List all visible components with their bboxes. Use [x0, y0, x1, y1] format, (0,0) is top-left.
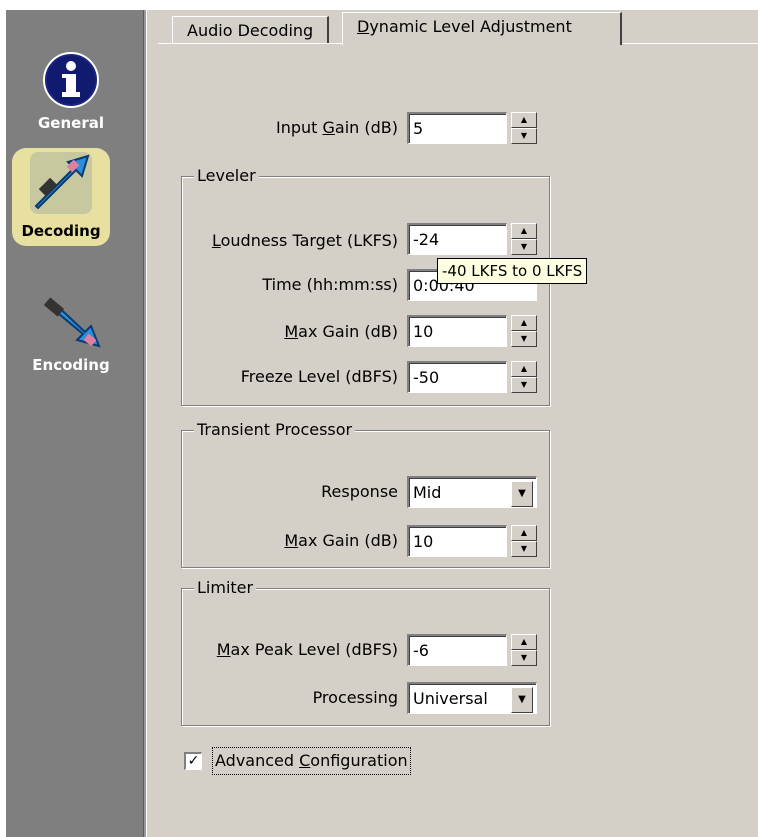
- leveler-max-gain-field[interactable]: 10: [407, 315, 507, 347]
- limiter-group-title: Limiter: [194, 578, 257, 598]
- response-select[interactable]: Mid ▼: [407, 476, 537, 508]
- response-label: Response: [321, 482, 398, 501]
- sidebar-item-label: Decoding: [21, 222, 101, 240]
- sidebar: General Decoding Encoding: [6, 10, 146, 837]
- sidebar-item-label: Encoding: [32, 356, 110, 374]
- input-gain-field[interactable]: 5: [407, 112, 507, 144]
- input-gain-label: Input Gain (dB): [275, 118, 398, 137]
- sidebar-item-decoding[interactable]: Decoding: [12, 148, 110, 246]
- loudness-range-tooltip: -40 LKFS to 0 LKFS: [437, 258, 588, 284]
- chevron-down-icon[interactable]: ▼: [511, 687, 533, 713]
- spin-down-icon[interactable]: ▼: [511, 650, 537, 666]
- checkmark-icon: ✓: [187, 753, 200, 769]
- spin-down-icon[interactable]: ▼: [511, 239, 537, 255]
- spin-down-icon[interactable]: ▼: [511, 377, 537, 393]
- max-peak-level-spinner[interactable]: ▲ ▼: [511, 634, 537, 666]
- spin-down-icon[interactable]: ▼: [511, 331, 537, 347]
- freeze-level-spinner[interactable]: ▲ ▼: [511, 361, 537, 393]
- max-peak-level-field[interactable]: -6: [407, 634, 507, 666]
- spin-down-icon[interactable]: ▼: [511, 541, 537, 557]
- spin-up-icon[interactable]: ▲: [511, 112, 537, 128]
- loudness-target-spinner[interactable]: ▲ ▼: [511, 223, 537, 255]
- sidebar-item-general[interactable]: General: [6, 50, 136, 132]
- leveler-max-gain-spinner[interactable]: ▲ ▼: [511, 315, 537, 347]
- tab-label: Audio Decoding: [187, 21, 314, 40]
- sidebar-item-encoding[interactable]: Encoding: [6, 292, 136, 374]
- processing-label: Processing: [312, 688, 398, 707]
- encoding-icon: [43, 297, 101, 348]
- response-value: Mid: [413, 483, 442, 502]
- tab-audio-decoding[interactable]: Audio Decoding: [172, 16, 330, 44]
- freeze-level-field[interactable]: -50: [407, 361, 507, 393]
- leveler-group-title: Leveler: [194, 166, 259, 186]
- loudness-target-label: Loudness Target (LKFS): [211, 231, 398, 250]
- spin-up-icon[interactable]: ▲: [511, 223, 537, 239]
- spin-up-icon[interactable]: ▲: [511, 361, 537, 377]
- processing-value: Universal: [413, 689, 488, 708]
- decoding-icon: [30, 152, 92, 214]
- max-peak-level-label: Max Peak Level (dBFS): [216, 640, 398, 659]
- spin-up-icon[interactable]: ▲: [511, 315, 537, 331]
- tab-label: Dynamic Level Adjustment: [357, 17, 572, 36]
- splitter[interactable]: [146, 10, 158, 837]
- transient-max-gain-field[interactable]: 10: [407, 525, 507, 557]
- info-icon: [43, 52, 99, 108]
- tab-dynamic-level-adjustment[interactable]: Dynamic Level Adjustment: [342, 12, 622, 45]
- spin-up-icon[interactable]: ▲: [511, 634, 537, 650]
- transient-max-gain-spinner[interactable]: ▲ ▼: [511, 525, 537, 557]
- advanced-configuration-label[interactable]: Advanced Configuration: [212, 747, 411, 775]
- spin-up-icon[interactable]: ▲: [511, 525, 537, 541]
- transient-max-gain-label: Max Gain (dB): [284, 531, 398, 550]
- input-gain-spinner[interactable]: ▲ ▼: [511, 112, 537, 144]
- loudness-target-field[interactable]: -24: [407, 223, 507, 255]
- transient-group-title: Transient Processor: [194, 420, 356, 440]
- sidebar-item-label: General: [38, 114, 104, 132]
- advanced-configuration-checkbox[interactable]: ✓: [184, 752, 202, 770]
- spin-down-icon[interactable]: ▼: [511, 128, 537, 144]
- chevron-down-icon[interactable]: ▼: [511, 481, 533, 507]
- tab-bar: Audio Decoding Dynamic Level Adjustment: [158, 10, 758, 45]
- processing-select[interactable]: Universal ▼: [407, 682, 537, 714]
- leveler-max-gain-label: Max Gain (dB): [284, 322, 398, 341]
- time-label: Time (hh:mm:ss): [262, 275, 398, 294]
- freeze-level-label: Freeze Level (dBFS): [240, 367, 398, 386]
